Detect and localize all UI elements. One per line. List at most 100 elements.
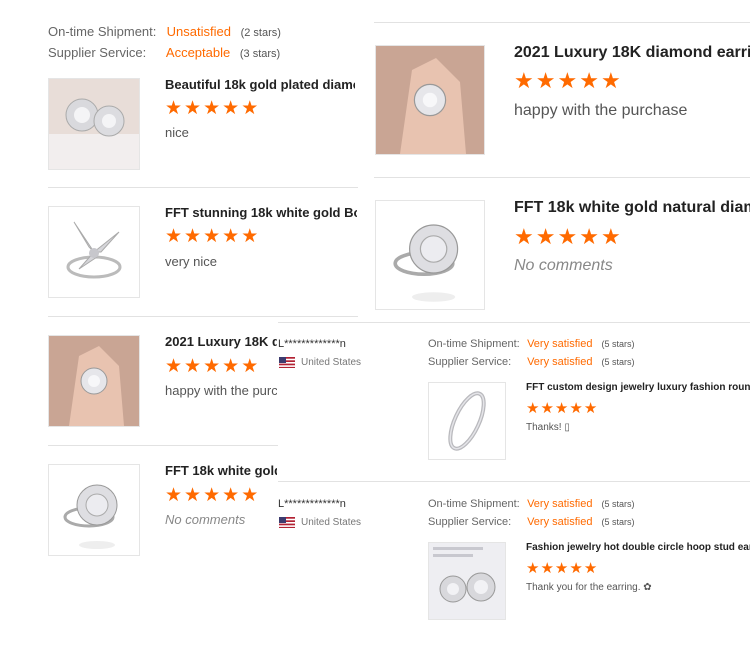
star-icon: ★ <box>203 98 223 119</box>
star-icon: ★ <box>203 226 223 247</box>
divider <box>48 445 278 446</box>
review-stars: ★★★★★ <box>165 355 260 378</box>
star-icon: ★ <box>184 98 204 119</box>
star-icon: ★ <box>583 560 599 577</box>
flower-ring-image <box>49 465 139 555</box>
star-icon: ★ <box>241 226 261 247</box>
star-icon: ★ <box>222 356 242 377</box>
hoop-earrings-image <box>429 543 505 619</box>
product-title[interactable]: Fashion jewelry hot double circle hoop s… <box>526 542 750 553</box>
rating-stars-text: (3 stars) <box>239 48 281 60</box>
product-thumbnail[interactable] <box>48 464 140 556</box>
eternity-band-image <box>429 383 505 459</box>
rating-stars-text: (5 stars) <box>601 357 635 367</box>
product-thumbnail[interactable] <box>428 542 506 620</box>
rating-value: Unsatisfied <box>166 24 231 39</box>
review-comment: happy with the purchase <box>165 383 277 398</box>
product-thumbnail[interactable] <box>48 78 140 170</box>
star-icon: ★ <box>535 224 558 249</box>
review-comment: nice <box>165 125 189 140</box>
star-icon: ★ <box>600 68 623 93</box>
product-title[interactable]: FFT stunning 18k white gold Bowknot <box>165 205 357 220</box>
rating-stars-text: (5 stars) <box>601 499 635 509</box>
star-icon: ★ <box>514 68 536 93</box>
bottom-review-panel: L*************n United States On-time Sh… <box>278 322 750 650</box>
rating-label: On-time Shipment: <box>428 498 520 510</box>
star-icon: ★ <box>241 356 261 377</box>
star-icon: ★ <box>540 560 555 577</box>
review-stars: ★★★★★ <box>165 97 260 120</box>
supplier-service-rating: Supplier Service: Very satisfied (5 star… <box>428 516 635 528</box>
hand-ring-image <box>376 46 484 154</box>
star-icon: ★ <box>579 68 601 93</box>
review-comment: No comments <box>514 257 613 274</box>
star-icon: ★ <box>569 560 584 577</box>
star-icon: ★ <box>165 485 185 506</box>
rating-label: Supplier Service: <box>48 45 147 60</box>
review-stars: ★★★★★ <box>526 559 598 577</box>
product-title[interactable]: Beautiful 18k gold plated diamond <box>165 77 355 92</box>
rating-label: On-time Shipment: <box>48 24 157 39</box>
product-thumbnail[interactable] <box>375 200 485 310</box>
us-flag-icon <box>279 357 295 368</box>
divider <box>374 22 750 23</box>
review-comment: No comments <box>165 512 246 527</box>
star-icon: ★ <box>579 224 601 249</box>
star-icon: ★ <box>222 98 242 119</box>
flower-ring-image <box>376 201 484 309</box>
product-thumbnail[interactable] <box>48 206 140 298</box>
rating-value: Very satisfied <box>527 498 593 510</box>
divider <box>278 481 750 482</box>
review-comment: Thanks! ▯ <box>526 422 570 433</box>
product-title[interactable]: FFT 18k white gold natural diamond ring <box>514 199 750 217</box>
rating-label: On-time Shipment: <box>428 338 520 350</box>
on-time-shipment-rating: On-time Shipment: Very satisfied (5 star… <box>428 338 635 350</box>
on-time-shipment-rating: On-time Shipment: Unsatisfied (2 stars) <box>48 24 281 39</box>
star-icon: ★ <box>514 224 536 249</box>
star-icon: ★ <box>241 485 261 506</box>
review-stars: ★★★★★ <box>514 224 623 250</box>
rating-label: Supplier Service: <box>428 356 512 368</box>
rating-value: Very satisfied <box>527 338 593 350</box>
divider <box>48 187 358 188</box>
star-icon: ★ <box>165 98 185 119</box>
star-icon: ★ <box>569 400 584 417</box>
review-comment: Thank you for the earring. ✿ <box>526 582 652 593</box>
star-icon: ★ <box>203 356 223 377</box>
rating-value: Acceptable <box>165 45 231 60</box>
star-icon: ★ <box>583 400 599 417</box>
review-stars: ★★★★★ <box>514 68 623 94</box>
reviewer-name: L*************n <box>278 338 346 350</box>
reviewer-name: L*************n <box>278 498 346 510</box>
review-stars: ★★★★★ <box>165 484 260 507</box>
product-thumbnail[interactable] <box>48 335 140 427</box>
star-icon: ★ <box>165 226 185 247</box>
us-flag-icon <box>279 517 295 528</box>
rating-value: Very satisfied <box>527 356 593 368</box>
right-review-panel: 2021 Luxury 18K diamond earrings for wom… <box>360 0 750 322</box>
reviewer-country: United States <box>301 517 362 528</box>
review-stars: ★★★★★ <box>526 399 598 417</box>
on-time-shipment-rating: On-time Shipment: Very satisfied (5 star… <box>428 498 635 510</box>
product-title[interactable]: FFT 18k white gold natural <box>165 463 277 478</box>
divider <box>278 322 750 323</box>
star-icon: ★ <box>184 226 204 247</box>
star-icon: ★ <box>540 400 555 417</box>
product-title[interactable]: FFT custom design jewelry luxury fashion… <box>526 382 750 393</box>
product-title[interactable]: 2021 Luxury 18K diamond <box>165 334 277 349</box>
review-comment: very nice <box>165 254 218 269</box>
star-icon: ★ <box>554 560 570 577</box>
divider <box>48 316 358 317</box>
product-thumbnail[interactable] <box>375 45 485 155</box>
product-thumbnail[interactable] <box>428 382 506 460</box>
hand-ring-image <box>49 336 139 426</box>
star-icon: ★ <box>526 560 541 577</box>
reviewer-country: United States <box>301 357 362 368</box>
star-icon: ★ <box>554 400 570 417</box>
rating-label: Supplier Service: <box>428 516 512 528</box>
supplier-service-rating: Supplier Service: Very satisfied (5 star… <box>428 356 635 368</box>
rating-stars-text: (5 stars) <box>601 339 635 349</box>
star-icon: ★ <box>203 485 223 506</box>
product-title[interactable]: 2021 Luxury 18K diamond earrings for wom… <box>514 44 750 62</box>
star-icon: ★ <box>557 68 580 93</box>
